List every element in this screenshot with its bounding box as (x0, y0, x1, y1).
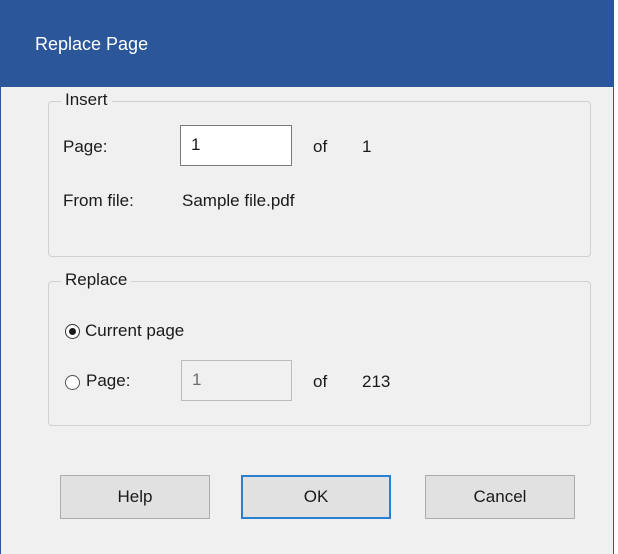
insert-page-total: 1 (362, 137, 372, 156)
insert-of-label: of (313, 137, 328, 156)
current-page-radio[interactable] (65, 324, 80, 339)
page-option-label[interactable]: Page: (86, 371, 130, 391)
replace-page-dialog: Replace Page Insert Page: 1 of 1 From fi… (0, 0, 614, 554)
insert-groupbox: Insert (48, 90, 591, 257)
current-page-label[interactable]: Current page (85, 321, 184, 341)
radio-selected-dot (69, 328, 76, 335)
title-bar[interactable]: Replace Page (1, 0, 613, 87)
ok-button[interactable]: OK (241, 475, 391, 519)
insert-page-input[interactable]: 1 (180, 125, 292, 166)
replace-of-label: of (313, 372, 328, 391)
from-file-value: Sample file.pdf (182, 191, 295, 210)
replace-group-legend: Replace (61, 270, 132, 290)
page-option-radio[interactable] (65, 375, 80, 390)
cancel-button[interactable]: Cancel (425, 475, 575, 519)
insert-page-label: Page: (63, 137, 108, 156)
replace-groupbox: Replace (48, 270, 591, 426)
insert-group-legend: Insert (61, 90, 112, 110)
from-file-label: From file: (63, 191, 134, 210)
help-button[interactable]: Help (60, 475, 210, 519)
replace-page-input[interactable]: 1 (181, 360, 292, 401)
replace-page-total: 213 (362, 372, 391, 391)
dialog-title: Replace Page (35, 34, 149, 54)
